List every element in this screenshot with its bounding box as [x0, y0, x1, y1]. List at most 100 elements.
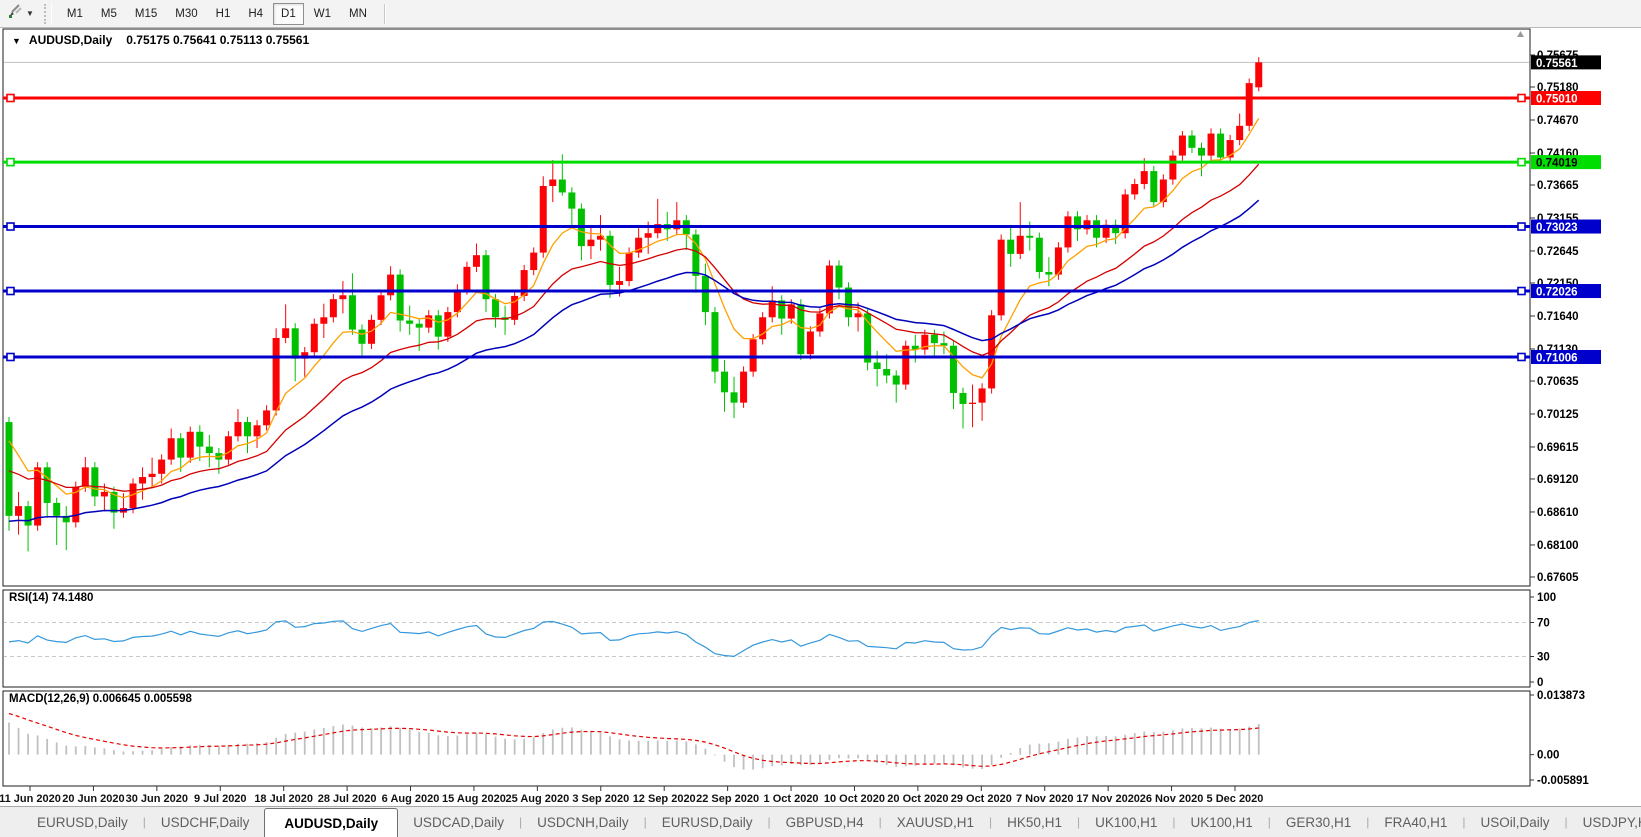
rsi-axis-label: 0 — [1537, 677, 1543, 689]
candle-body — [883, 369, 890, 375]
line-drag-handle[interactable] — [1518, 353, 1525, 360]
candle-body — [206, 447, 213, 453]
chart-tab-fra40-h1[interactable]: FRA40,H1 — [1369, 807, 1462, 837]
candle-body — [282, 328, 289, 338]
svg-text:0.73023: 0.73023 — [1536, 222, 1578, 234]
chart-tab-uk100-h1[interactable]: UK100,H1 — [1080, 807, 1172, 837]
chart-tab-xauusd-h1[interactable]: XAUUSD,H1 — [882, 807, 989, 837]
svg-text:0.75010: 0.75010 — [1536, 94, 1578, 106]
line-drag-handle[interactable] — [1518, 288, 1525, 295]
svg-text:0.74019: 0.74019 — [1536, 158, 1578, 170]
chart-tab-usoil-daily[interactable]: USOil,Daily — [1465, 807, 1564, 837]
candle-body — [750, 339, 757, 371]
date-axis-label: 12 Sep 2020 — [633, 793, 696, 805]
date-axis-label: 26 Nov 2020 — [1140, 793, 1204, 805]
candle-body — [149, 474, 156, 477]
candle-body — [1093, 220, 1100, 237]
candle-body — [626, 253, 633, 281]
line-drag-handle[interactable] — [7, 353, 14, 360]
chart-tab-usdcad-daily[interactable]: USDCAD,Daily — [398, 807, 519, 837]
candle-body — [979, 388, 986, 402]
date-axis-label: 17 Nov 2020 — [1076, 793, 1140, 805]
chart-tab-eurusd-daily[interactable]: EURUSD,Daily — [647, 807, 768, 837]
line-drag-handle[interactable] — [1518, 95, 1525, 102]
date-axis-label: 3 Sep 2020 — [572, 793, 629, 805]
candle-body — [1017, 236, 1024, 254]
candle-body — [740, 372, 747, 403]
candle-body — [168, 438, 175, 459]
line-drag-handle[interactable] — [7, 95, 14, 102]
candle-body — [1131, 184, 1138, 194]
price-tag-0.75010: 0.75010 — [1531, 91, 1601, 106]
candle-body — [378, 295, 385, 320]
line-drag-handle[interactable] — [1518, 223, 1525, 230]
indicator-panel — [3, 29, 1530, 586]
candle-body — [139, 477, 146, 483]
candle-body — [540, 186, 547, 253]
candle-body — [1179, 136, 1186, 156]
price-axis-label: 0.68610 — [1537, 507, 1579, 519]
candle-body — [1036, 238, 1043, 272]
candle-body — [1007, 240, 1014, 254]
candle-body — [759, 317, 766, 339]
candle-body — [1150, 171, 1157, 202]
chart-tab-usdjpy-h1[interactable]: USDJPY,H1 — [1568, 807, 1641, 837]
chart-tab-hk50-h1[interactable]: HK50,H1 — [992, 807, 1077, 837]
chart-collapse-icon[interactable]: ▼ — [12, 36, 21, 46]
chart-ohlc-values: 0.75175 0.75641 0.75113 0.75561 — [126, 33, 309, 47]
candle-body — [893, 375, 900, 384]
date-axis-label: 11 Jun 2020 — [0, 793, 61, 805]
price-axis-label: 0.68100 — [1537, 540, 1579, 552]
candle-body — [1217, 134, 1224, 158]
date-axis-label: 20 Oct 2020 — [887, 793, 948, 805]
candle-body — [82, 467, 89, 486]
candle-body — [463, 267, 470, 290]
candle-body — [483, 255, 490, 299]
price-axis-label: 0.67605 — [1537, 572, 1579, 584]
candle-body — [807, 332, 814, 355]
chart-tab-usdcnh-daily[interactable]: USDCNH,Daily — [522, 807, 644, 837]
line-drag-handle[interactable] — [1518, 159, 1525, 166]
candle-body — [292, 328, 299, 358]
candle-body — [969, 403, 976, 404]
indicator-panel — [3, 590, 1530, 687]
line-drag-handle[interactable] — [7, 223, 14, 230]
date-axis-label: 25 Aug 2020 — [505, 793, 569, 805]
macd-name: MACD(12,26,9) — [9, 693, 90, 705]
macd-current-values: 0.006645 0.005598 — [93, 693, 192, 705]
candle-body — [435, 315, 442, 336]
candle-body — [960, 393, 967, 404]
chart-title: ▼AUDUSD,Daily0.75175 0.75641 0.75113 0.7… — [12, 33, 309, 47]
candle-body — [1064, 216, 1071, 247]
candle-body — [1208, 134, 1215, 156]
price-chart[interactable]: 0.756750.751800.746700.741600.736650.731… — [0, 0, 1641, 806]
macd-axis-label: -0.005891 — [1537, 775, 1589, 787]
svg-text:0.71006: 0.71006 — [1536, 352, 1578, 364]
candle-body — [797, 304, 804, 354]
price-tag-0.71006: 0.71006 — [1531, 350, 1601, 365]
candle-body — [187, 432, 194, 458]
line-drag-handle[interactable] — [7, 288, 14, 295]
chart-tab-ger30-h1[interactable]: GER30,H1 — [1271, 807, 1366, 837]
candle-body — [568, 192, 575, 208]
date-axis-label: 15 Aug 2020 — [442, 793, 506, 805]
price-tag-0.72026: 0.72026 — [1531, 284, 1601, 299]
chart-tab-gbpusd-h4[interactable]: GBPUSD,H4 — [771, 807, 879, 837]
candle-body — [874, 363, 881, 369]
macd-indicator-label: MACD(12,26,9) 0.006645 0.005598 — [9, 693, 192, 705]
price-axis-label: 0.69615 — [1537, 442, 1579, 454]
candle-body — [902, 346, 909, 385]
candle-body — [778, 300, 785, 318]
price-tag-0.73023: 0.73023 — [1531, 220, 1601, 235]
chart-tab-audusd-daily[interactable]: AUDUSD,Daily — [264, 808, 398, 837]
chart-tab-usdchf-daily[interactable]: USDCHF,Daily — [146, 807, 265, 837]
chart-tab-bar: EURUSD,Daily|USDCHF,DailyAUDUSD,DailyUSD… — [0, 806, 1641, 837]
candle-body — [1246, 83, 1253, 126]
date-axis-label: 10 Oct 2020 — [824, 793, 885, 805]
date-axis-label: 20 Jun 2020 — [62, 793, 124, 805]
chart-tab-eurusd-daily[interactable]: EURUSD,Daily — [22, 807, 143, 837]
line-drag-handle[interactable] — [7, 159, 14, 166]
chart-tab-uk100-h1[interactable]: UK100,H1 — [1176, 807, 1268, 837]
candle-body — [549, 180, 556, 186]
date-axis-label: 9 Jul 2020 — [194, 793, 247, 805]
